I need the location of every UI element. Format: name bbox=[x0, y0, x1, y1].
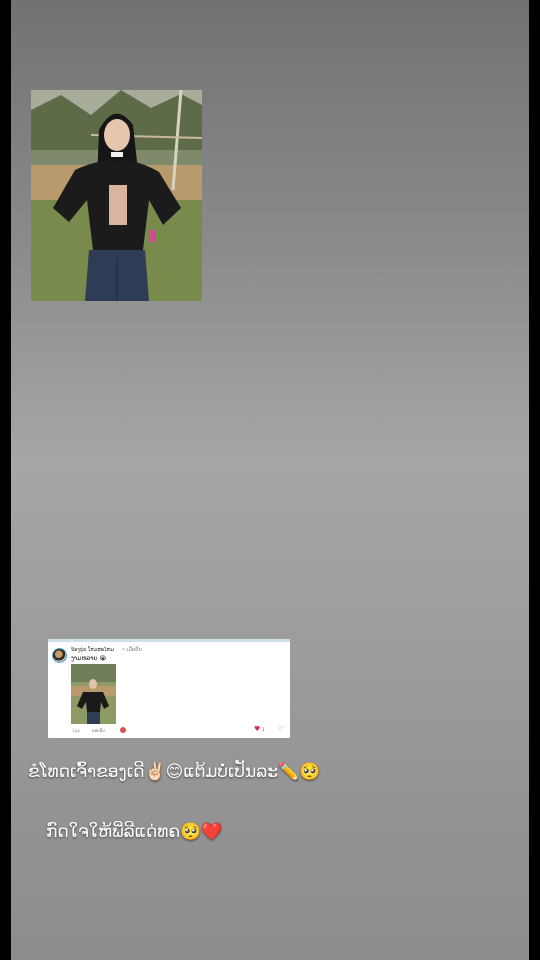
heart-icon: ♥ bbox=[254, 725, 261, 733]
card-top-divider bbox=[48, 639, 290, 642]
right-black-border bbox=[529, 0, 540, 960]
caption-line-2: ກົດໃຈໃຫ້ພີ່ລີແດ່ທຄ🥺❤️ bbox=[46, 822, 223, 842]
comment-image-thumbnail bbox=[71, 664, 116, 724]
reply-link: ຕອບກັບ bbox=[92, 728, 105, 733]
comment-time: • ເມື່ອຄືນ bbox=[122, 647, 142, 653]
reaction-emoji bbox=[120, 727, 126, 733]
portrait-photo bbox=[31, 90, 202, 301]
left-black-border bbox=[0, 0, 11, 960]
comment-username: ນ້ອງນຸ່ນ ໂສມສະໄຫມ bbox=[71, 647, 115, 653]
comment-screenshot-card: ນ້ອງນຸ່ນ ໂສມສະໄຫມ • ເມື່ອຄືນ ງາມຫລາຍ 😭 1… bbox=[48, 639, 290, 738]
comment-meta-time: 1ຊມ bbox=[72, 728, 81, 733]
caption-line-1: ຂໍໂທດເຈົ້າຂອງເດີ✌🏻😊ແຕ້ມບໍ່ເປັນລະ✏️🥺 bbox=[28, 762, 321, 782]
avatar bbox=[52, 648, 67, 663]
like-count: 1 bbox=[262, 727, 265, 732]
comment-text: ງາມຫລາຍ 😭 bbox=[71, 655, 107, 662]
dislike-icon: ♡ bbox=[278, 725, 285, 733]
